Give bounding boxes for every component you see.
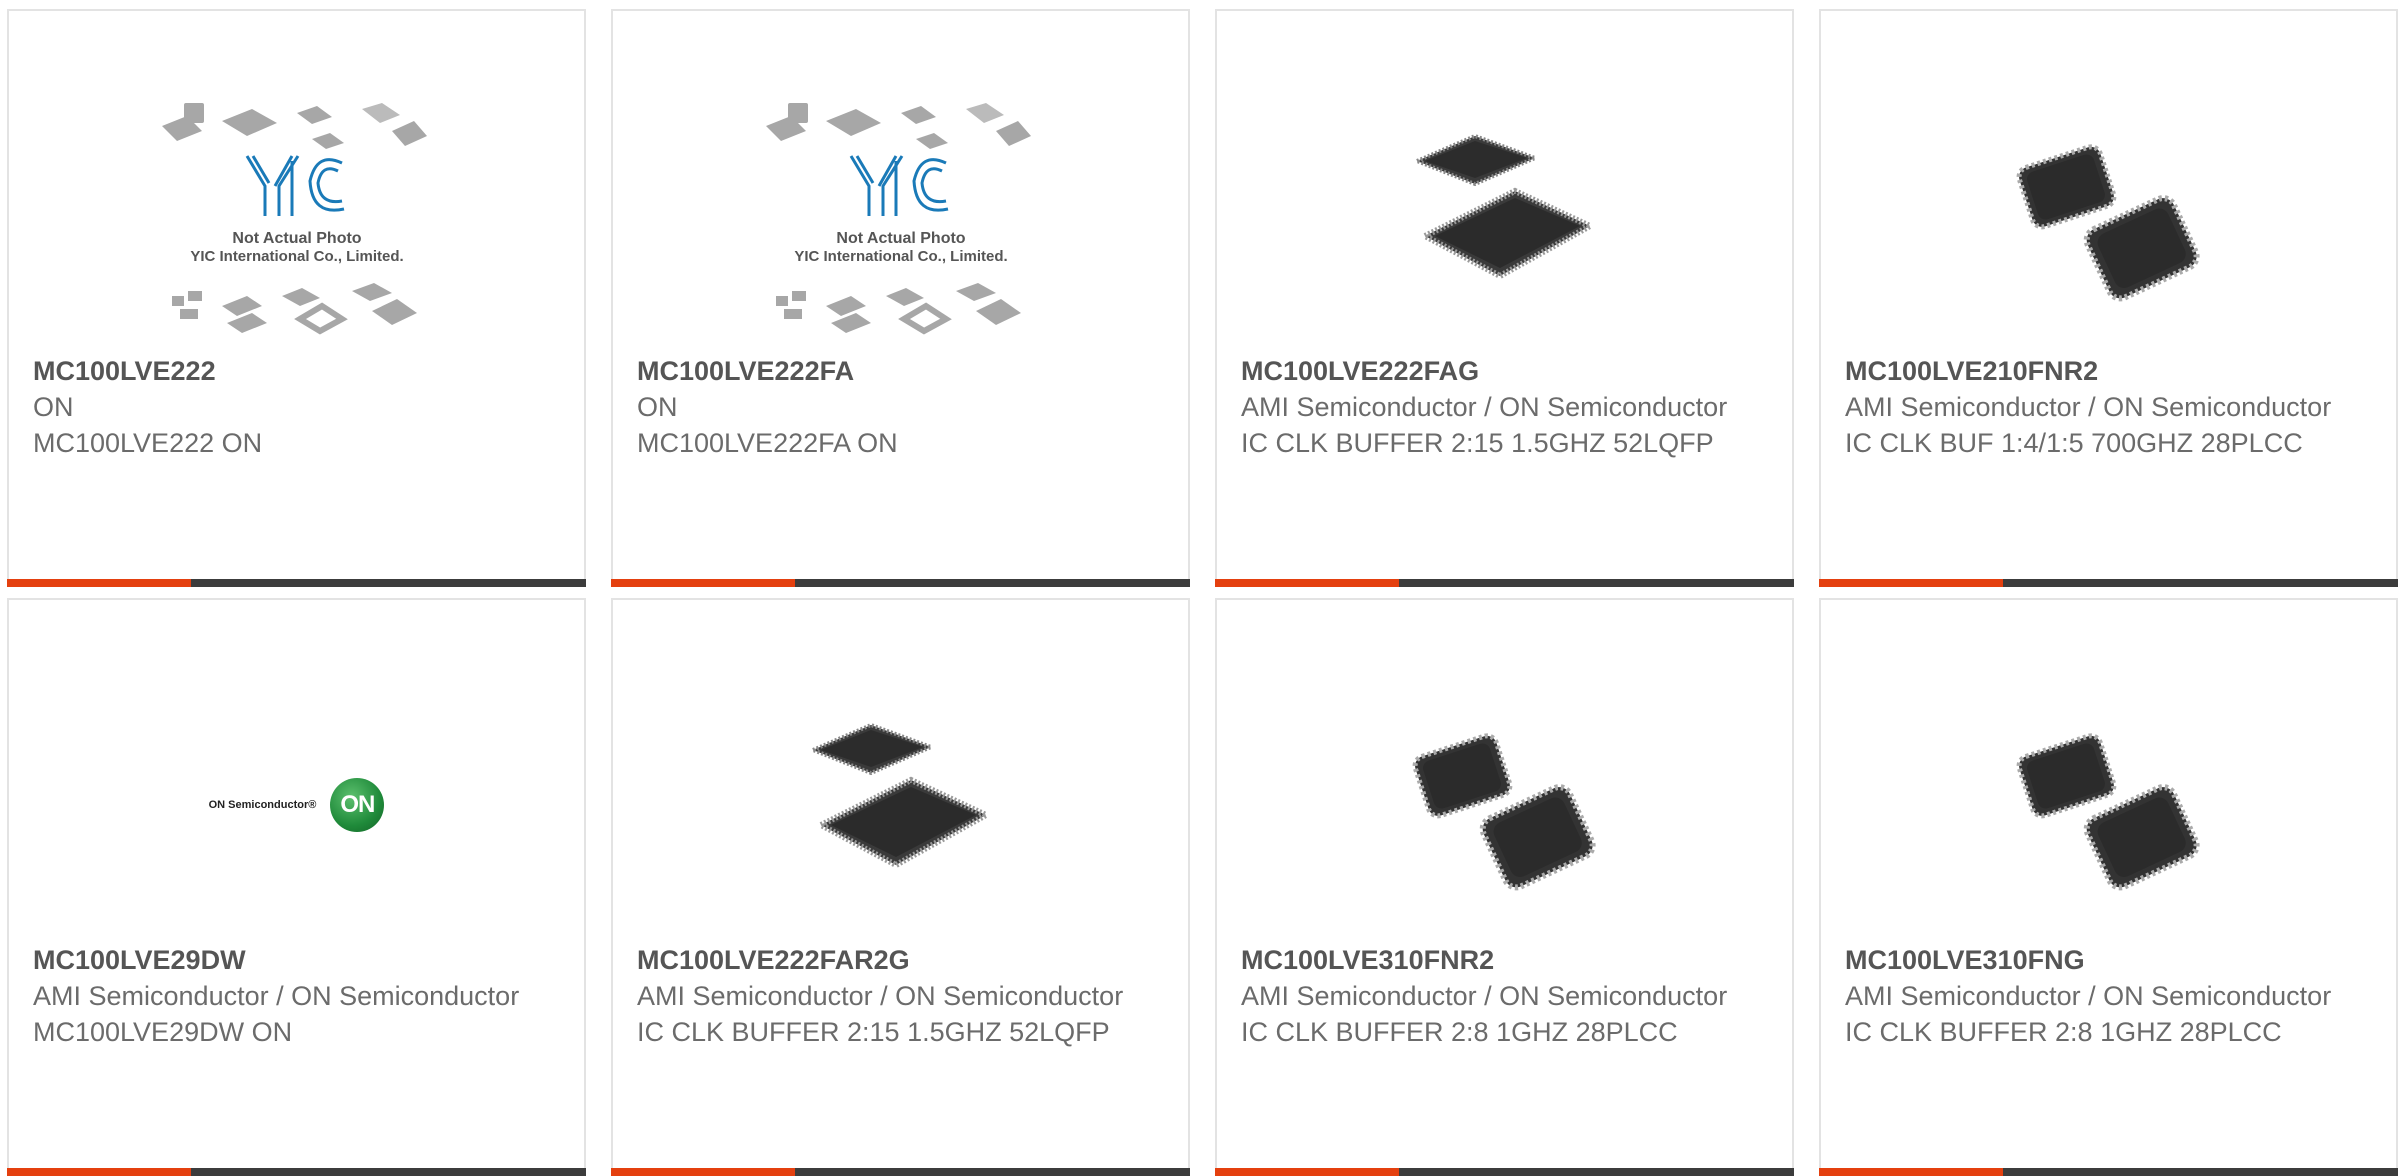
yic-company-label: YIC International Co., Limited. <box>190 248 403 265</box>
product-info: MC100LVE222FA ON MC100LVE222FA ON <box>637 353 1168 461</box>
card-bottom-bar <box>7 579 586 587</box>
on-semiconductor-logo: ON Semiconductor® ON <box>209 778 385 832</box>
product-grid: Not Actual Photo YIC International Co., … <box>0 0 2400 1176</box>
product-info: MC100LVE310FNR2 AMI Semiconductor / ON S… <box>1241 942 1772 1050</box>
product-card[interactable]: Not Actual Photo YIC International Co., … <box>611 9 1190 587</box>
not-actual-photo-label: Not Actual Photo <box>836 230 965 247</box>
card-bottom-bar <box>611 579 1190 587</box>
product-info: MC100LVE310FNG AMI Semiconductor / ON Se… <box>1845 942 2376 1050</box>
manufacturer: ON <box>637 392 678 422</box>
yic-company-label: YIC International Co., Limited. <box>794 248 1007 265</box>
description: MC100LVE222FA ON <box>637 428 898 458</box>
on-semiconductor-wordmark: ON Semiconductor® <box>208 799 317 811</box>
part-number-link[interactable]: MC100LVE222FAG <box>1241 353 1772 389</box>
product-image-plcc[interactable] <box>1821 660 2396 950</box>
lqfp-chip-photo <box>1411 133 1597 280</box>
product-image-yic-placeholder[interactable]: Not Actual Photo YIC International Co., … <box>613 71 1188 361</box>
product-info: MC100LVE222FAG AMI Semiconductor / ON Se… <box>1241 353 1772 461</box>
product-card[interactable]: MC100LVE222FAG AMI Semiconductor / ON Se… <box>1215 9 1794 587</box>
card-bottom-bar <box>1215 579 1794 587</box>
product-image-plcc[interactable] <box>1821 71 2396 361</box>
description: MC100LVE29DW ON <box>33 1017 293 1047</box>
product-image-plcc[interactable] <box>1217 660 1792 950</box>
part-number-link[interactable]: MC100LVE222FAR2G <box>637 942 1168 978</box>
card-bottom-bar <box>7 1168 586 1176</box>
description: IC CLK BUFFER 2:15 1.5GHZ 52LQFP <box>637 1017 1110 1047</box>
manufacturer: ON <box>33 392 74 422</box>
card-bottom-bar <box>1819 1168 2398 1176</box>
product-card[interactable]: Not Actual Photo YIC International Co., … <box>7 9 586 587</box>
card-bottom-bar <box>1819 579 2398 587</box>
card-bottom-bar <box>611 1168 1190 1176</box>
manufacturer: AMI Semiconductor / ON Semiconductor <box>637 981 1124 1011</box>
product-card[interactable]: MC100LVE310FNR2 AMI Semiconductor / ON S… <box>1215 598 1794 1176</box>
part-number-link[interactable]: MC100LVE310FNR2 <box>1241 942 1772 978</box>
plcc-chip-photo <box>2016 144 2200 302</box>
product-info: MC100LVE222 ON MC100LVE222 ON <box>33 353 564 461</box>
on-badge-icon: ON <box>330 778 385 832</box>
product-card[interactable]: MC100LVE222FAR2G AMI Semiconductor / ON … <box>611 598 1190 1176</box>
product-image-lqfp[interactable] <box>613 660 1188 950</box>
card-accent-bar <box>611 579 795 587</box>
product-image-lqfp[interactable] <box>1217 71 1792 361</box>
part-number-link[interactable]: MC100LVE222 <box>33 353 564 389</box>
part-number-link[interactable]: MC100LVE310FNG <box>1845 942 2376 978</box>
manufacturer: AMI Semiconductor / ON Semiconductor <box>1845 392 2332 422</box>
part-number-link[interactable]: MC100LVE29DW <box>33 942 564 978</box>
product-card[interactable]: MC100LVE310FNG AMI Semiconductor / ON Se… <box>1819 598 2398 1176</box>
not-actual-photo-label: Not Actual Photo <box>232 230 361 247</box>
card-accent-bar <box>7 1168 191 1176</box>
part-number-link[interactable]: MC100LVE222FA <box>637 353 1168 389</box>
manufacturer: AMI Semiconductor / ON Semiconductor <box>1241 392 1728 422</box>
card-accent-bar <box>1215 1168 1399 1176</box>
manufacturer: AMI Semiconductor / ON Semiconductor <box>33 981 520 1011</box>
lqfp-chip-photo <box>807 722 993 869</box>
product-info: MC100LVE29DW AMI Semiconductor / ON Semi… <box>33 942 564 1050</box>
description: IC CLK BUF 1:4/1:5 700GHZ 28PLCC <box>1845 428 2303 458</box>
product-info: MC100LVE222FAR2G AMI Semiconductor / ON … <box>637 942 1168 1050</box>
product-card[interactable]: ON Semiconductor® ON MC100LVE29DW AMI Se… <box>7 598 586 1176</box>
card-accent-bar <box>7 579 191 587</box>
plcc-chip-photo <box>1412 733 1596 891</box>
description: MC100LVE222 ON <box>33 428 263 458</box>
description: IC CLK BUFFER 2:8 1GHZ 28PLCC <box>1845 1017 2282 1047</box>
card-accent-bar <box>1215 579 1399 587</box>
not-actual-photo-image: Not Actual Photo YIC International Co., … <box>161 103 427 335</box>
product-info: MC100LVE210FNR2 AMI Semiconductor / ON S… <box>1845 353 2376 461</box>
description: IC CLK BUFFER 2:8 1GHZ 28PLCC <box>1241 1017 1678 1047</box>
manufacturer: AMI Semiconductor / ON Semiconductor <box>1241 981 1728 1011</box>
product-card[interactable]: MC100LVE210FNR2 AMI Semiconductor / ON S… <box>1819 9 2398 587</box>
description: IC CLK BUFFER 2:15 1.5GHZ 52LQFP <box>1241 428 1714 458</box>
manufacturer: AMI Semiconductor / ON Semiconductor <box>1845 981 2332 1011</box>
part-number-link[interactable]: MC100LVE210FNR2 <box>1845 353 2376 389</box>
card-accent-bar <box>611 1168 795 1176</box>
card-bottom-bar <box>1215 1168 1794 1176</box>
not-actual-photo-image: Not Actual Photo YIC International Co., … <box>765 103 1031 335</box>
card-accent-bar <box>1819 579 2003 587</box>
card-accent-bar <box>1819 1168 2003 1176</box>
product-image-yic-placeholder[interactable]: Not Actual Photo YIC International Co., … <box>9 71 584 361</box>
product-image-on-logo[interactable]: ON Semiconductor® ON <box>9 660 584 950</box>
plcc-chip-photo <box>2016 733 2200 891</box>
